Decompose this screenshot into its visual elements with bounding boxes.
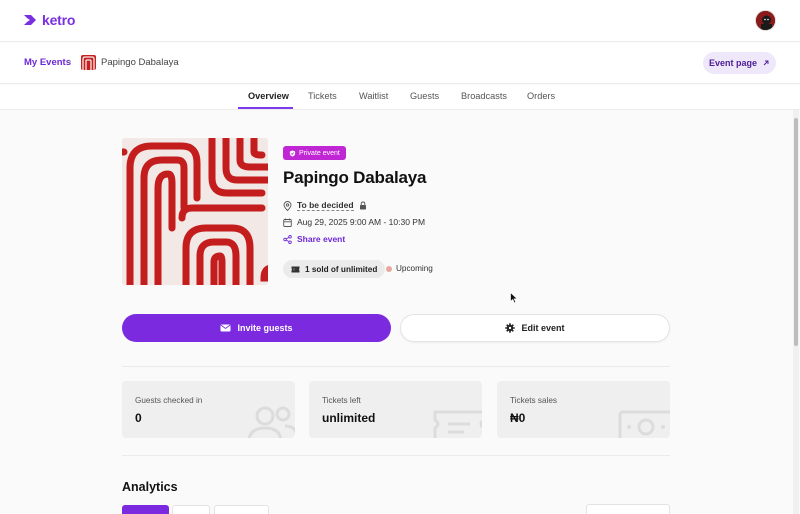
event-cover-image (122, 138, 268, 285)
calendar-icon (283, 218, 292, 227)
active-tab-indicator (238, 107, 293, 109)
cash-icon (618, 410, 670, 438)
tab-waitlist[interactable]: Waitlist (359, 91, 388, 101)
chevron-right-icon: › (68, 56, 72, 67)
tab-orders[interactable]: Orders (527, 91, 555, 101)
event-datetime-row: Aug 29, 2025 9:00 AM - 10:30 PM (283, 217, 425, 227)
ketro-logo-icon (24, 15, 36, 25)
edit-event-label: Edit event (521, 323, 565, 333)
stat-value: unlimited (322, 411, 376, 425)
brand-name: ketro (42, 12, 76, 28)
analytics-filter[interactable] (214, 505, 269, 514)
invite-guests-label: Invite guests (237, 323, 293, 333)
share-event-label: Share event (297, 234, 346, 244)
tab-tickets[interactable]: Tickets (308, 91, 337, 101)
event-title: Papingo Dabalaya (283, 168, 427, 187)
ticket-icon (433, 410, 482, 438)
event-page-button[interactable]: Event page (703, 52, 776, 74)
analytics-title: Analytics (122, 480, 178, 494)
stat-tickets-left: Tickets left unlimited (309, 381, 482, 438)
analytics-filter[interactable] (172, 505, 210, 514)
tab-guests[interactable]: Guests (410, 91, 439, 101)
stat-label: Tickets left (322, 396, 361, 405)
tab-bar: Overview Tickets Waitlist Guests Broadca… (0, 85, 800, 110)
private-badge-label: Private event (299, 149, 340, 157)
status-dot (386, 265, 392, 272)
breadcrumb-current: Papingo Dabalaya (101, 57, 179, 68)
private-event-badge: Private event (283, 146, 346, 160)
breadcrumb: My Events › Papingo Dabalaya Event page (0, 43, 800, 84)
scrollbar-thumb[interactable] (794, 118, 798, 346)
share-event-link[interactable]: Share event (283, 234, 345, 244)
invite-guests-button[interactable]: Invite guests (122, 314, 391, 342)
event-datetime: Aug 29, 2025 9:00 AM - 10:30 PM (297, 217, 426, 227)
event-location-row: To be decided (283, 200, 367, 211)
share-icon (283, 234, 292, 244)
event-status: Upcoming (386, 264, 433, 273)
tickets-sold-label: 1 sold of unlimited (305, 264, 378, 274)
lock-icon (359, 201, 366, 210)
tickets-sold-pill: 1 sold of unlimited (283, 260, 386, 278)
ticket-icon (291, 266, 300, 272)
stat-value: ₦0 (510, 411, 526, 425)
external-link-icon (763, 60, 769, 66)
shield-check-icon (289, 149, 296, 157)
event-location[interactable]: To be decided (297, 200, 354, 211)
stat-tickets-sales: Tickets sales ₦0 (497, 381, 670, 438)
section-divider (122, 366, 670, 367)
section-divider (122, 455, 670, 456)
user-avatar[interactable] (755, 10, 776, 31)
mail-icon (220, 324, 231, 332)
event-thumbnail (81, 55, 96, 70)
map-pin-icon (283, 200, 292, 211)
top-bar: ketro (0, 0, 800, 42)
breadcrumb-my-events[interactable]: My Events (24, 57, 71, 68)
stat-guests-checked-in: Guests checked in 0 (122, 381, 295, 438)
avatar-image (756, 11, 775, 30)
event-status-label: Upcoming (396, 264, 433, 273)
tab-broadcasts[interactable]: Broadcasts (461, 91, 507, 101)
event-page-label: Event page (708, 58, 757, 68)
stat-value: 0 (135, 411, 142, 425)
analytics-date-select[interactable] (586, 504, 670, 514)
stat-label: Guests checked in (135, 396, 203, 405)
users-icon (247, 406, 295, 438)
gear-icon (505, 323, 516, 333)
tab-overview[interactable]: Overview (248, 91, 289, 101)
mouse-cursor-icon (510, 292, 518, 304)
stat-label: Tickets sales (510, 396, 558, 405)
analytics-filter-active[interactable] (122, 505, 169, 514)
edit-event-button[interactable]: Edit event (400, 314, 670, 342)
brand-logo[interactable]: ketro (23, 12, 75, 28)
